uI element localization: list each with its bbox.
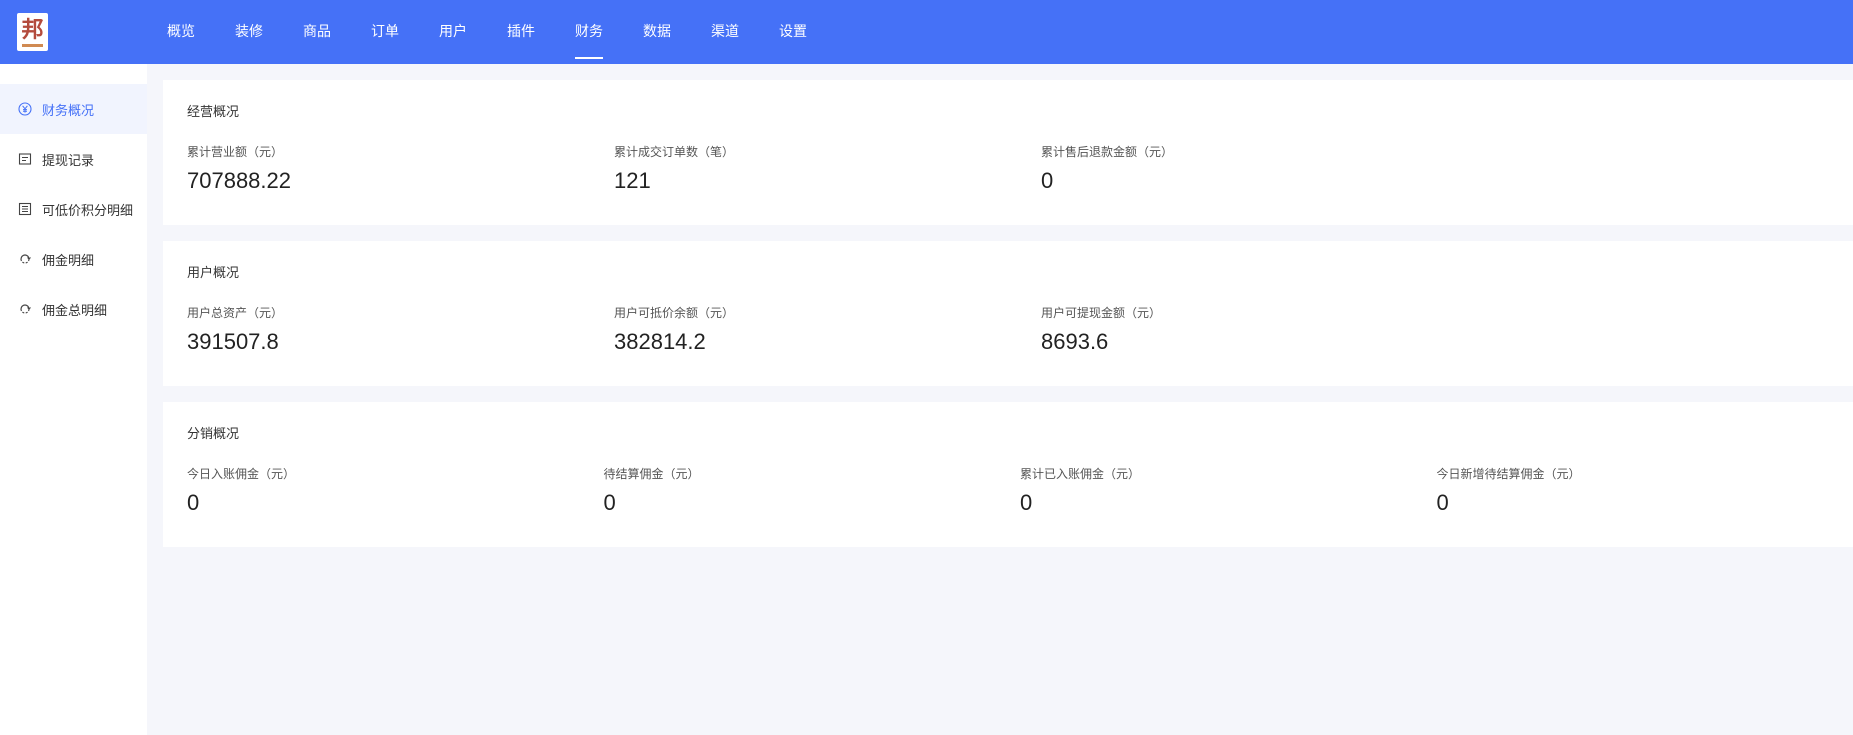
sidebar-item-withdraw-records[interactable]: 提现记录 bbox=[0, 134, 147, 184]
stat-user-deductible-balance: 用户可抵价余额（元） 382814.2 bbox=[614, 305, 1041, 357]
commission-total-icon bbox=[18, 302, 32, 316]
stat-value: 0 bbox=[1436, 490, 1449, 515]
stat-label: 今日入账佣金（元） bbox=[187, 467, 296, 481]
nav-item-decoration[interactable]: 装修 bbox=[215, 0, 283, 64]
stat-value: 8693.6 bbox=[1041, 329, 1109, 354]
stat-value: 382814.2 bbox=[614, 329, 706, 354]
nav-item-orders[interactable]: 订单 bbox=[351, 0, 419, 64]
main-nav: 概览 装修 商品 订单 用户 插件 财务 数据 渠道 设置 bbox=[147, 0, 827, 64]
stat-today-commission: 今日入账佣金（元） 0 bbox=[187, 466, 604, 518]
sidebar-item-label: 提现记录 bbox=[42, 153, 95, 169]
nav-item-overview[interactable]: 概览 bbox=[147, 0, 215, 64]
sidebar-item-label: 可低价积分明细 bbox=[42, 203, 134, 219]
business-overview-card: 经营概况 累计营业额（元） 707888.22 累计成交订单数（笔） 121 累… bbox=[163, 80, 1853, 225]
stat-total-orders: 累计成交订单数（笔） 121 bbox=[614, 144, 1041, 196]
stats-row: 累计营业额（元） 707888.22 累计成交订单数（笔） 121 累计售后退款… bbox=[187, 144, 1853, 196]
yen-circle-icon bbox=[18, 102, 32, 116]
logo-mark: 邦 bbox=[21, 17, 44, 43]
stat-label: 今日新增待结算佣金（元） bbox=[1436, 467, 1581, 481]
stat-value: 0 bbox=[187, 490, 200, 515]
nav-item-settings[interactable]: 设置 bbox=[759, 0, 827, 64]
sidebar-item-commission-detail[interactable]: 佣金明细 bbox=[0, 234, 147, 284]
stat-total-revenue: 累计营业额（元） 707888.22 bbox=[187, 144, 614, 196]
user-overview-card: 用户概况 用户总资产（元） 391507.8 用户可抵价余额（元） 382814… bbox=[163, 241, 1853, 386]
sidebar-item-label: 佣金明细 bbox=[42, 253, 95, 269]
stat-value: 0 bbox=[603, 490, 616, 515]
nav-item-plugins[interactable]: 插件 bbox=[487, 0, 555, 64]
record-icon bbox=[18, 152, 32, 166]
sidebar-item-label: 财务概况 bbox=[42, 103, 95, 119]
card-title: 分销概况 bbox=[187, 427, 240, 442]
stat-label: 累计营业额（元） bbox=[187, 145, 284, 159]
stat-pending-commission: 待结算佣金（元） 0 bbox=[604, 466, 1021, 518]
stat-label: 用户总资产（元） bbox=[187, 306, 284, 320]
top-navigation-bar: 邦 概览 装修 商品 订单 用户 插件 财务 数据 渠道 设置 bbox=[0, 0, 1853, 64]
main-content: 经营概况 累计营业额（元） 707888.22 累计成交订单数（笔） 121 累… bbox=[163, 80, 1853, 563]
stat-today-new-pending: 今日新增待结算佣金（元） 0 bbox=[1437, 466, 1853, 518]
stat-label: 待结算佣金（元） bbox=[603, 467, 700, 481]
stat-label: 用户可抵价余额（元） bbox=[614, 306, 735, 320]
sidebar-item-finance-overview[interactable]: 财务概况 bbox=[0, 84, 147, 134]
distribution-overview-card: 分销概况 今日入账佣金（元） 0 待结算佣金（元） 0 累计已入账佣金（元） 0… bbox=[163, 402, 1853, 547]
stat-label: 累计已入账佣金（元） bbox=[1020, 467, 1141, 481]
stat-user-withdrawable: 用户可提现金额（元） 8693.6 bbox=[1041, 305, 1468, 357]
stat-value: 391507.8 bbox=[187, 329, 279, 354]
stat-value: 707888.22 bbox=[187, 168, 291, 193]
card-title: 经营概况 bbox=[187, 105, 240, 120]
logo-underline bbox=[22, 44, 43, 47]
stat-value: 121 bbox=[614, 168, 651, 193]
stat-label: 累计售后退款金额（元） bbox=[1041, 145, 1174, 159]
nav-item-data[interactable]: 数据 bbox=[623, 0, 691, 64]
nav-item-users[interactable]: 用户 bbox=[419, 0, 487, 64]
nav-item-finance[interactable]: 财务 bbox=[555, 0, 623, 64]
card-title: 用户概况 bbox=[187, 266, 240, 281]
stat-user-total-assets: 用户总资产（元） 391507.8 bbox=[187, 305, 614, 357]
commission-icon bbox=[18, 252, 32, 266]
sidebar-item-commission-total[interactable]: 佣金总明细 bbox=[0, 284, 147, 334]
stat-value: 0 bbox=[1041, 168, 1054, 193]
brand-logo[interactable]: 邦 bbox=[17, 13, 48, 51]
sidebar: 财务概况 提现记录 可低价积分明细 佣金明细 佣金总明细 bbox=[0, 64, 147, 735]
stat-label: 累计成交订单数（笔） bbox=[614, 145, 735, 159]
stats-row: 今日入账佣金（元） 0 待结算佣金（元） 0 累计已入账佣金（元） 0 今日新增… bbox=[187, 466, 1853, 518]
stat-total-refunds: 累计售后退款金额（元） 0 bbox=[1041, 144, 1468, 196]
stat-value: 0 bbox=[1020, 490, 1033, 515]
stat-label: 用户可提现金额（元） bbox=[1041, 306, 1162, 320]
list-detail-icon bbox=[18, 202, 32, 216]
stats-row: 用户总资产（元） 391507.8 用户可抵价余额（元） 382814.2 用户… bbox=[187, 305, 1853, 357]
sidebar-item-points-detail[interactable]: 可低价积分明细 bbox=[0, 184, 147, 234]
nav-item-products[interactable]: 商品 bbox=[283, 0, 351, 64]
stat-total-commission: 累计已入账佣金（元） 0 bbox=[1020, 466, 1437, 518]
nav-item-channels[interactable]: 渠道 bbox=[691, 0, 759, 64]
sidebar-item-label: 佣金总明细 bbox=[42, 303, 108, 319]
